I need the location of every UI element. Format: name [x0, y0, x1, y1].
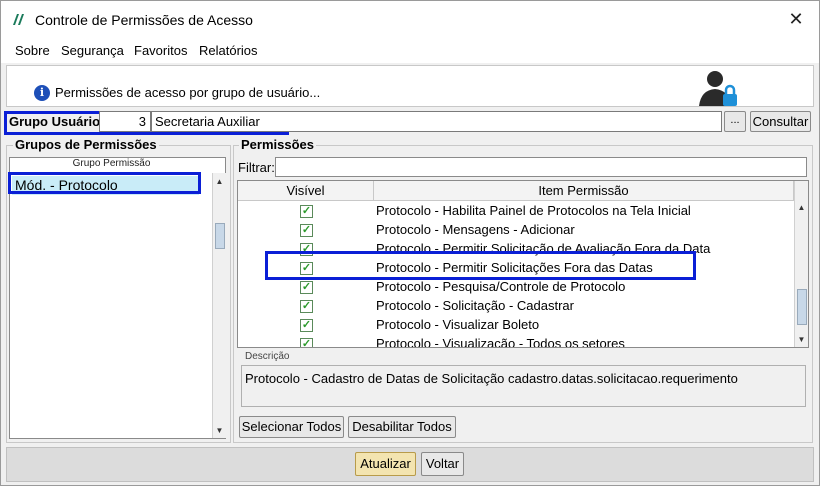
description-label: Descrição [243, 351, 292, 362]
visible-checkbox[interactable]: ✓ [300, 243, 313, 256]
visible-checkbox[interactable]: ✓ [300, 205, 313, 218]
description-text: Protocolo - Cadastro de Datas de Solicit… [241, 365, 806, 407]
visible-checkbox[interactable]: ✓ [300, 300, 313, 313]
consultar-button[interactable]: Consultar [750, 111, 811, 132]
groups-panel-title: Grupos de Permissões [13, 137, 159, 152]
permissions-window: Controle de Permissões de Acesso ✕ Sobre… [0, 0, 820, 486]
table-row[interactable]: ✓ Protocolo - Permitir Solicitação de Av… [238, 240, 794, 259]
permissions-scrollbar[interactable]: ▲ ▼ [794, 181, 808, 347]
close-icon: ✕ [788, 8, 804, 29]
permissions-panel-title: Permissões [239, 137, 316, 152]
groups-list[interactable]: Grupo Permissão Mód. - Protocolo ▲ ▼ [9, 157, 226, 439]
visible-checkbox[interactable]: ✓ [300, 338, 313, 347]
menu-relatorios[interactable]: Relatórios [199, 43, 258, 58]
visible-checkbox[interactable]: ✓ [300, 319, 313, 332]
menu-bar: Sobre Segurança Favoritos Relatórios [1, 37, 819, 63]
menu-favoritos[interactable]: Favoritos [134, 43, 187, 58]
permission-item-text: Protocolo - Visualizar Boleto [376, 317, 540, 332]
close-button[interactable]: ✕ [773, 1, 819, 37]
menu-sobre[interactable]: Sobre [15, 43, 50, 58]
select-all-button[interactable]: Selecionar Todos [239, 416, 344, 438]
user-lock-icon [699, 71, 737, 106]
atualizar-button[interactable]: Atualizar [355, 452, 416, 476]
scroll-up-icon[interactable]: ▲ [795, 201, 808, 215]
window-title: Controle de Permissões de Acesso [35, 12, 253, 28]
visible-checkbox[interactable]: ✓ [300, 224, 313, 237]
list-item[interactable]: Mód. - Protocolo [12, 176, 199, 195]
app-logo-icon [13, 14, 24, 25]
scroll-down-icon[interactable]: ▼ [213, 424, 226, 438]
table-row[interactable]: ✓ Protocolo - Pesquisa/Controle de Proto… [238, 278, 794, 297]
filter-label: Filtrar: [238, 160, 275, 175]
table-row[interactable]: ✓ Protocolo - Solicitação - Cadastrar [238, 297, 794, 316]
permission-item-text: Protocolo - Habilita Painel de Protocolo… [376, 203, 691, 218]
permission-item-text: Protocolo - Solicitação - Cadastrar [376, 298, 574, 313]
permission-item-text: Protocolo - Mensagens - Adicionar [376, 222, 575, 237]
description-group: Descrição Protocolo - Cadastro de Datas … [237, 351, 809, 414]
permission-item-text: Protocolo - Visualização - Todos os seto… [376, 336, 625, 348]
title-bar: Controle de Permissões de Acesso ✕ [1, 1, 819, 37]
menu-seguranca[interactable]: Segurança [61, 43, 124, 58]
scroll-thumb[interactable] [215, 223, 225, 249]
column-header-visible[interactable]: Visível [238, 181, 374, 201]
filter-input[interactable] [275, 157, 807, 177]
column-header-item[interactable]: Item Permissão [374, 181, 794, 201]
group-user-label: Grupo Usuário: [9, 114, 105, 129]
permission-item-text: Protocolo - Permitir Solicitação de Aval… [376, 241, 711, 256]
permission-item-text: Protocolo - Pesquisa/Controle de Protoco… [376, 279, 626, 294]
table-row[interactable]: ✓ Protocolo - Habilita Painel de Protoco… [238, 202, 794, 221]
table-row[interactable]: ✓ Protocolo - Visualização - Todos os se… [238, 335, 794, 348]
scroll-down-icon[interactable]: ▼ [795, 333, 808, 347]
voltar-button[interactable]: Voltar [421, 452, 464, 476]
visible-checkbox[interactable]: ✓ [300, 281, 313, 294]
browse-group-button[interactable]: ... [724, 111, 746, 132]
info-icon: i [34, 85, 50, 101]
group-user-name-field[interactable]: Secretaria Auxiliar [151, 111, 722, 132]
group-user-number-field[interactable]: 3 [99, 111, 151, 132]
permission-item-text: Protocolo - Permitir Solicitações Fora d… [376, 260, 653, 275]
table-row[interactable]: ✓ Protocolo - Permitir Solicitações Fora… [238, 259, 794, 278]
disable-all-button[interactable]: Desabilitar Todos [348, 416, 456, 438]
scroll-up-icon[interactable]: ▲ [213, 175, 226, 189]
permissions-grid: Visível Item Permissão ✓ Protocolo - Hab… [237, 180, 809, 348]
info-text: Permissões de acesso por grupo de usuári… [55, 85, 321, 100]
groups-list-header: Grupo Permissão [72, 158, 151, 169]
scroll-thumb[interactable] [797, 289, 807, 325]
table-row[interactable]: ✓ Protocolo - Visualizar Boleto [238, 316, 794, 335]
visible-checkbox[interactable]: ✓ [300, 262, 313, 275]
table-row[interactable]: ✓ Protocolo - Mensagens - Adicionar [238, 221, 794, 240]
info-bar: i Permissões de acesso por grupo de usuá… [6, 65, 814, 107]
group-user-row: Grupo Usuário: 3 Secretaria Auxiliar ...… [1, 109, 819, 135]
groups-scrollbar[interactable]: ▲ ▼ [212, 173, 226, 438]
